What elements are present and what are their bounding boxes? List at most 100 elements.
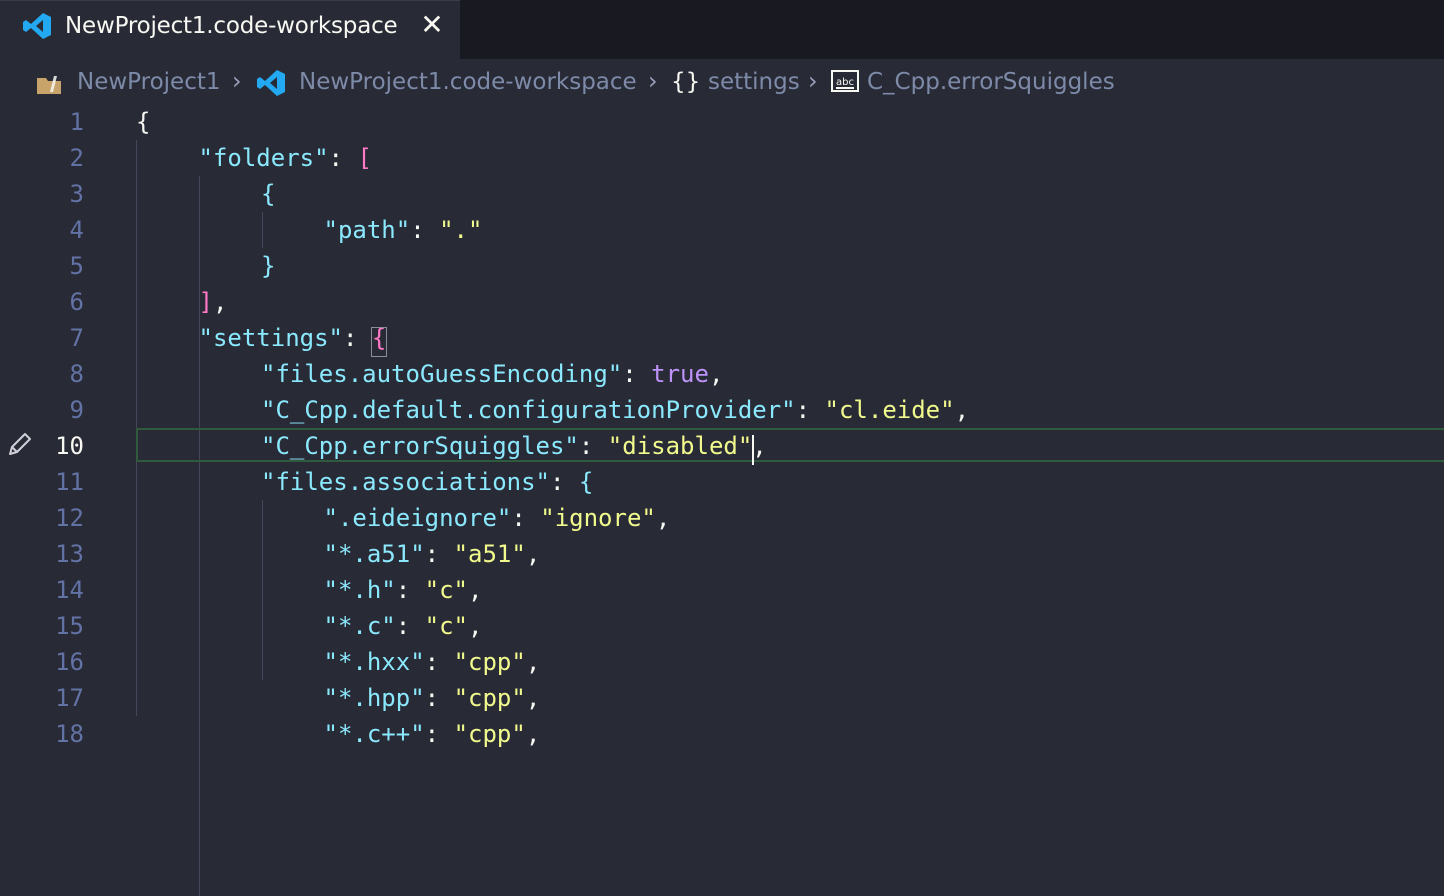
code-token: , — [525, 720, 541, 748]
code-token: : — [395, 576, 425, 604]
code-token: : — [795, 396, 825, 424]
code-token: "cpp" — [453, 720, 526, 748]
code-token: "disabled" — [607, 432, 753, 460]
code-line[interactable]: 3{ — [0, 176, 1444, 212]
code-token: , — [752, 432, 767, 460]
line-number: 2 — [69, 144, 84, 172]
code-text: "files.autoGuessEncoding": true, — [261, 356, 723, 392]
code-token: "a51" — [453, 540, 526, 568]
line-number: 8 — [69, 360, 84, 388]
breadcrumb-item-settings[interactable]: settings — [708, 69, 800, 95]
line-number: 9 — [69, 396, 84, 424]
line-number: 15 — [55, 612, 84, 640]
code-token: "*.a51" — [323, 540, 425, 568]
code-line[interactable]: 15 "*.c": "c", — [0, 608, 1444, 644]
code-token: : — [424, 720, 454, 748]
code-line[interactable]: 8 "files.autoGuessEncoding": true, — [0, 356, 1444, 392]
code-token: "c" — [424, 612, 469, 640]
code-token: , — [212, 288, 228, 316]
code-token: , — [468, 612, 483, 640]
code-token: "cpp" — [453, 648, 526, 676]
breadcrumb: NewProject1 › NewProject1.code-workspace… — [0, 59, 1444, 105]
code-token: : — [622, 360, 652, 388]
code-token: , — [525, 684, 541, 712]
code-editor[interactable]: 1{2 "folders": [3{4 "path": "." 5} 6], 7 "sett… — [0, 104, 1444, 896]
line-number: 12 — [55, 504, 84, 532]
code-token: "*.hxx" — [323, 648, 425, 676]
code-text: "files.associations": { — [261, 464, 593, 500]
breadcrumb-separator: › — [232, 67, 242, 95]
breadcrumb-item-project[interactable]: NewProject1 — [77, 69, 221, 95]
code-line[interactable]: 11 "files.associations": { — [0, 464, 1444, 500]
code-line[interactable]: 6], — [0, 284, 1444, 320]
code-token: , — [655, 504, 671, 532]
code-token: ".eideignore" — [323, 504, 512, 532]
svg-text:abc: abc — [836, 77, 854, 88]
code-token: : — [343, 324, 372, 352]
bracket-match-highlight — [370, 327, 388, 357]
line-number: 13 — [55, 540, 84, 568]
code-token: [ — [357, 144, 372, 172]
folder-icon — [37, 76, 61, 94]
text-cursor — [752, 435, 755, 465]
code-line[interactable]: 10 "C_Cpp.errorSquiggles": "disabled", — [0, 428, 1444, 464]
vscode-icon — [23, 13, 51, 39]
code-line[interactable]: 14 "*.h": "c", — [0, 572, 1444, 608]
code-line[interactable]: 12 ".eideignore": "ignore", — [0, 500, 1444, 536]
code-line[interactable]: 13 "*.a51": "a51", — [0, 536, 1444, 572]
code-line[interactable]: 18 "*.c++": "cpp", — [0, 716, 1444, 752]
code-text: "C_Cpp.default.configurationProvider": "… — [261, 392, 969, 428]
code-text: "*.hxx": "cpp", — [324, 644, 541, 680]
code-token: { — [136, 108, 151, 136]
code-line[interactable]: 16 "*.hxx": "cpp", — [0, 644, 1444, 680]
code-token: "c" — [424, 576, 469, 604]
braces-icon: {} — [671, 69, 701, 95]
code-line[interactable]: 1{ — [0, 104, 1444, 140]
code-line[interactable]: 4 "path": "." — [0, 212, 1444, 248]
code-text: ], — [199, 284, 228, 320]
line-number: 10 — [55, 432, 84, 460]
code-token: , — [525, 648, 541, 676]
code-token: "*.c++" — [323, 720, 425, 748]
tab-workspace-file[interactable]: NewProject1.code-workspace ✕ — [0, 0, 460, 59]
close-icon[interactable]: ✕ — [418, 11, 446, 39]
code-text: "settings": { — [199, 320, 387, 356]
code-text: "path": "." — [324, 212, 483, 248]
code-text: ".eideignore": "ignore", — [324, 500, 671, 536]
string-icon: abc — [831, 70, 859, 92]
code-token: : — [410, 216, 440, 244]
line-number: 6 — [69, 288, 84, 316]
breadcrumb-item-error-squiggles[interactable]: C_Cpp.errorSquiggles — [867, 69, 1115, 95]
code-line[interactable]: 5} — [0, 248, 1444, 284]
code-token: true — [651, 360, 709, 388]
code-line[interactable]: 9 "C_Cpp.default.configurationProvider": … — [0, 392, 1444, 428]
code-text: "*.hpp": "cpp", — [324, 680, 541, 716]
line-number: 1 — [69, 108, 84, 136]
breadcrumb-item-workspace-file[interactable]: NewProject1.code-workspace — [299, 69, 637, 95]
code-text: { — [261, 176, 275, 212]
code-token: "C_Cpp.errorSquiggles" — [261, 432, 579, 460]
tab-bar: NewProject1.code-workspace ✕ — [0, 0, 1444, 59]
code-token: "files.autoGuessEncoding" — [261, 360, 623, 388]
code-text: "C_Cpp.errorSquiggles": "disabled", — [261, 428, 767, 464]
line-number: 18 — [55, 720, 84, 748]
code-line[interactable]: 17 "*.hpp": "cpp", — [0, 680, 1444, 716]
code-token: } — [261, 252, 276, 280]
code-token: "files.associations" — [261, 468, 550, 496]
code-token: : — [395, 612, 425, 640]
code-text: "*.c": "c", — [324, 608, 483, 644]
breadcrumb-separator: › — [808, 67, 818, 95]
code-line[interactable]: 7 "settings": { — [0, 320, 1444, 356]
code-token: : — [549, 468, 579, 496]
code-token: : — [328, 144, 358, 172]
line-number: 5 — [69, 252, 84, 280]
breadcrumb-separator: › — [648, 67, 658, 95]
vscode-icon — [257, 70, 285, 96]
line-number: 14 — [55, 576, 84, 604]
code-token: "folders" — [198, 144, 329, 172]
code-line[interactable]: 2 "folders": [ — [0, 140, 1444, 176]
code-token: { — [578, 468, 594, 496]
code-token: : — [424, 684, 454, 712]
code-token: "cl.eide" — [824, 396, 955, 424]
code-token: "*.hpp" — [323, 684, 425, 712]
